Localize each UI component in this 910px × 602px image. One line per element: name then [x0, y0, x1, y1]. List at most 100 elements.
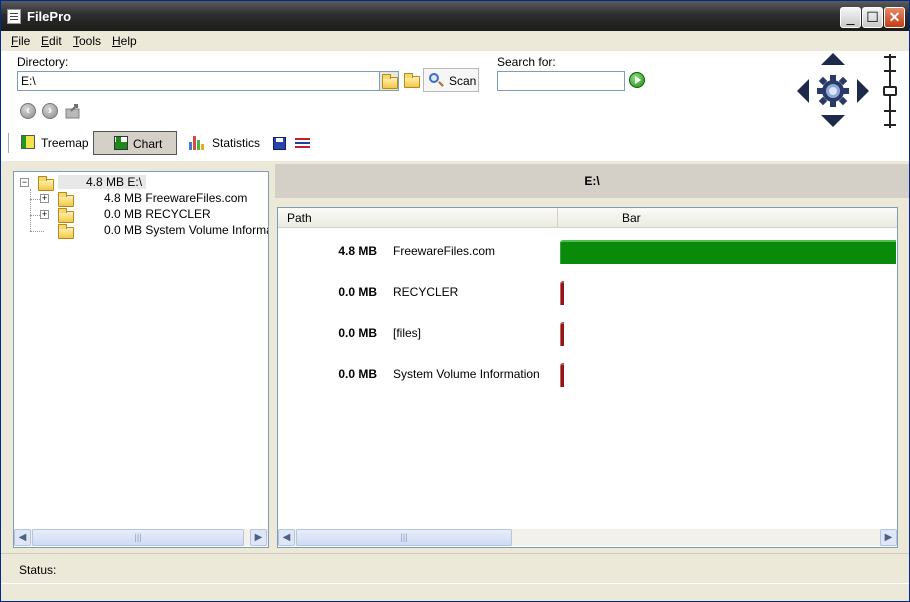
tree-item-label: 4.8 MB FreewareFiles.com: [104, 191, 247, 205]
tree-line: [30, 231, 44, 232]
menu-help[interactable]: Help: [112, 34, 137, 48]
tree-root-label: 4.8 MB E:\: [58, 175, 147, 189]
tree-item-size: 0.0 MB: [104, 207, 143, 221]
pan-left-button[interactable]: [797, 79, 809, 103]
chart-header-title: E:\: [584, 174, 600, 188]
folder-open-icon: [38, 176, 54, 191]
folder-tree[interactable]: − 4.8 MB E:\ + 4.8 MB FreewareFiles.com …: [13, 171, 269, 548]
scroll-right-icon[interactable]: ▶: [250, 529, 267, 546]
scroll-thumb[interactable]: |||: [32, 529, 244, 546]
column-header-path[interactable]: Path: [278, 208, 558, 228]
chart-list[interactable]: Path Bar 4.8 MB FreewareFiles.com 0.0 MB RE…: [277, 207, 898, 548]
save-icon[interactable]: [273, 137, 286, 150]
scroll-left-icon[interactable]: ◀: [278, 529, 295, 546]
open-folder-icon: [404, 73, 420, 88]
column-header-bar-label: Bar: [622, 211, 641, 225]
chart-row-name: System Volume Information: [393, 367, 540, 381]
folder-icon: [58, 192, 74, 207]
tree-item-name: System Volume Informatior: [145, 223, 268, 237]
title-bar[interactable]: FilePro _ ☐ ✕: [1, 1, 909, 31]
chart-row[interactable]: 4.8 MB FreewareFiles.com: [278, 236, 897, 266]
window-title: FilePro: [27, 9, 72, 24]
close-button[interactable]: ✕: [884, 7, 905, 28]
tree-root-name: E:\: [127, 175, 143, 189]
chart-row-name: RECYCLER: [393, 285, 459, 299]
maximize-icon: ☐: [866, 9, 879, 25]
search-input[interactable]: [497, 71, 625, 91]
menu-file[interactable]: File: [11, 34, 30, 48]
chart-horizontal-scrollbar[interactable]: ◀ ||| ▶: [278, 529, 897, 546]
zoom-tick: [884, 70, 896, 72]
pan-right-button[interactable]: [857, 79, 869, 103]
chart-row-name: FreewareFiles.com: [393, 244, 496, 258]
magnifier-icon: [429, 73, 439, 83]
zoom-thumb[interactable]: [883, 86, 897, 96]
chart-row[interactable]: 0.0 MB RECYCLER: [278, 277, 897, 307]
tree-item-size: 0.0 MB: [104, 223, 143, 237]
status-label: Status:: [19, 563, 57, 577]
directory-input[interactable]: [17, 71, 399, 91]
chart-header: E:\: [275, 164, 909, 198]
menu-edit[interactable]: Edit: [41, 34, 62, 48]
zoom-tick: [884, 110, 896, 112]
statistics-label: Statistics: [212, 136, 261, 150]
up-button[interactable]: [64, 102, 84, 122]
treemap-tab[interactable]: Treemap: [17, 131, 91, 155]
column-header-bar[interactable]: Bar: [558, 208, 897, 228]
report-icon[interactable]: [295, 137, 310, 151]
pan-down-button[interactable]: [821, 115, 845, 127]
maximize-button[interactable]: ☐: [862, 7, 883, 28]
expand-icon[interactable]: +: [40, 194, 49, 203]
statistics-tab[interactable]: Statistics: [189, 131, 263, 155]
tree-item-name: FreewareFiles.com: [145, 191, 248, 205]
pan-up-button[interactable]: [821, 53, 845, 65]
app-icon: [7, 9, 21, 24]
folder-icon: [58, 224, 74, 239]
scroll-left-icon[interactable]: ◀: [14, 529, 31, 546]
chart-bar: [560, 281, 564, 305]
navigation-pad: [793, 51, 873, 131]
zoom-tick: [884, 56, 896, 58]
close-icon: ✕: [888, 9, 901, 25]
scroll-right-icon[interactable]: ▶: [880, 529, 897, 546]
back-button[interactable]: ‹: [20, 103, 36, 119]
toolbar: Directory: Scan Search for: ‹ › Treemap: [1, 51, 909, 161]
treemap-icon: [21, 135, 35, 149]
tree-item-label: 0.0 MB System Volume Informatior: [104, 223, 268, 237]
search-label: Search for:: [497, 55, 556, 69]
tree-item-size: 4.8 MB: [104, 191, 143, 205]
chart-row-size: 0.0 MB: [338, 367, 377, 381]
collapse-icon[interactable]: −: [20, 178, 29, 187]
browse-button[interactable]: [379, 71, 399, 91]
tree-item-name: RECYCLER: [145, 207, 211, 221]
chart-row[interactable]: 0.0 MB [files]: [278, 318, 897, 348]
zoom-tick: [884, 124, 896, 126]
tree-horizontal-scrollbar[interactable]: ◀ ||| ▶: [14, 529, 268, 546]
open-folder-button[interactable]: [402, 71, 422, 91]
chart-bar: [560, 240, 896, 264]
chart-tab[interactable]: Chart: [93, 131, 177, 155]
bottom-strip: [1, 583, 909, 601]
zoom-slider[interactable]: [881, 54, 899, 130]
chart-row-size: 4.8 MB: [338, 244, 377, 258]
chart-row[interactable]: 0.0 MB System Volume Information: [278, 359, 897, 389]
chart-label: Chart: [133, 137, 163, 151]
forward-arrow-icon: ›: [48, 103, 52, 117]
expand-icon[interactable]: +: [40, 210, 49, 219]
chart-bar: [560, 363, 564, 387]
tree-line: [30, 189, 31, 231]
chart-bar: [560, 322, 564, 346]
chart-row-name: [files]: [393, 326, 422, 340]
search-go-button[interactable]: [629, 72, 645, 88]
gear-icon[interactable]: [817, 75, 849, 107]
scan-button[interactable]: Scan: [423, 68, 479, 92]
menu-bar: File Edit Tools Help: [1, 31, 909, 51]
minimize-button[interactable]: _: [840, 7, 861, 28]
minimize-icon: _: [846, 9, 855, 25]
tree-root-size: 4.8 MB: [86, 175, 125, 189]
tree-item-label: 0.0 MB RECYCLER: [104, 207, 211, 221]
scroll-thumb[interactable]: |||: [296, 529, 512, 546]
menu-tools[interactable]: Tools: [73, 34, 101, 48]
toolbar-separator: [8, 133, 9, 153]
forward-button[interactable]: ›: [42, 103, 58, 119]
